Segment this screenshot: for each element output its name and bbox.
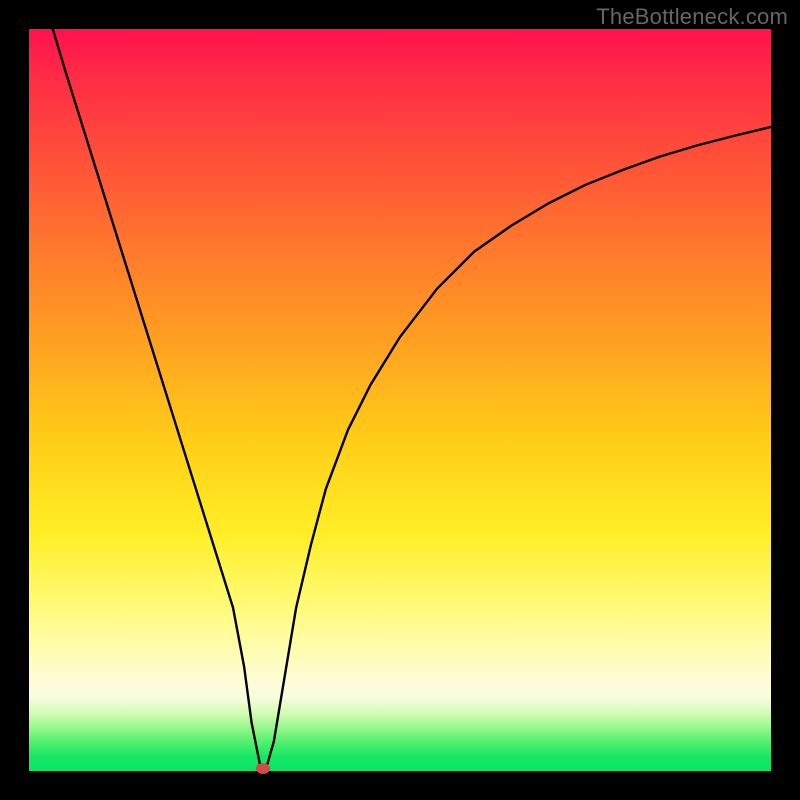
min-point-marker <box>256 763 270 774</box>
curve-layer <box>29 29 771 771</box>
curve-path <box>53 29 771 767</box>
watermark-text: TheBottleneck.com <box>596 4 788 30</box>
plot-area <box>29 29 771 771</box>
chart-stage: TheBottleneck.com <box>0 0 800 800</box>
